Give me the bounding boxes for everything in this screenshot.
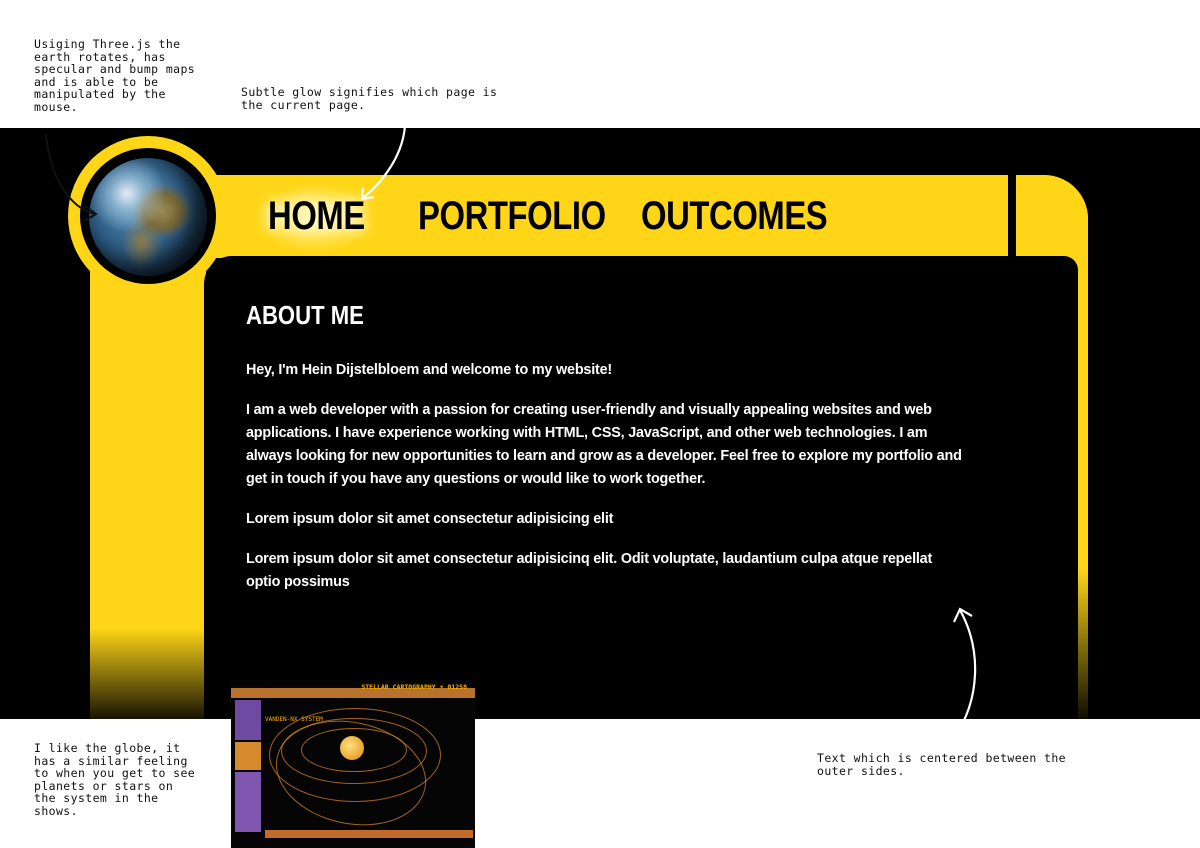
nav-outcomes[interactable]: OUTCOMES <box>623 190 848 242</box>
annotation-glow: Subtle glow signifies which page is the … <box>241 85 498 112</box>
bio-paragraph: I am a web developer with a passion for … <box>246 402 962 487</box>
lorem-paragraph-2: Lorem ipsum dolor sit amet consectetur a… <box>246 551 933 590</box>
lcars-bottom-strip <box>265 830 473 838</box>
sun-icon <box>340 736 364 760</box>
lcars-block <box>235 772 261 832</box>
lorem-paragraph-1: Lorem ipsum dolor sit amet consectetur a… <box>246 511 614 527</box>
website-screen: HOME PORTFOLIO OUTCOMES ABOUT ME Hey, I'… <box>0 128 1200 719</box>
about-content: ABOUT ME Hey, I'm Hein Dijstelbloem and … <box>246 300 966 611</box>
arrow-to-globe-icon <box>45 133 98 222</box>
lcars-divider <box>1008 175 1016 258</box>
annotation-centered-text: Text which is centered between the outer… <box>817 751 1067 778</box>
intro-paragraph: Hey, I'm Hein Dijstelbloem and welcome t… <box>246 362 613 378</box>
lcars-block <box>235 700 261 740</box>
stellar-cartography-reference: STELLAR CARTOGRAPHY • 01258 VANDEN-NX SY… <box>231 680 475 848</box>
reference-title: STELLAR CARTOGRAPHY • 01258 <box>361 683 467 691</box>
lcars-block <box>235 742 261 770</box>
annotation-globe: Usiging Three.js the earth rotates, has … <box>34 37 196 114</box>
annotation-like-globe: I like the globe, it has a similar feeli… <box>34 741 196 818</box>
nav-portfolio[interactable]: PORTFOLIO <box>400 190 608 242</box>
arrow-to-text-icon <box>953 607 977 739</box>
arrow-to-nav-icon <box>360 115 407 201</box>
page-title: ABOUT ME <box>246 300 364 330</box>
lcars-left-bar <box>90 228 206 719</box>
